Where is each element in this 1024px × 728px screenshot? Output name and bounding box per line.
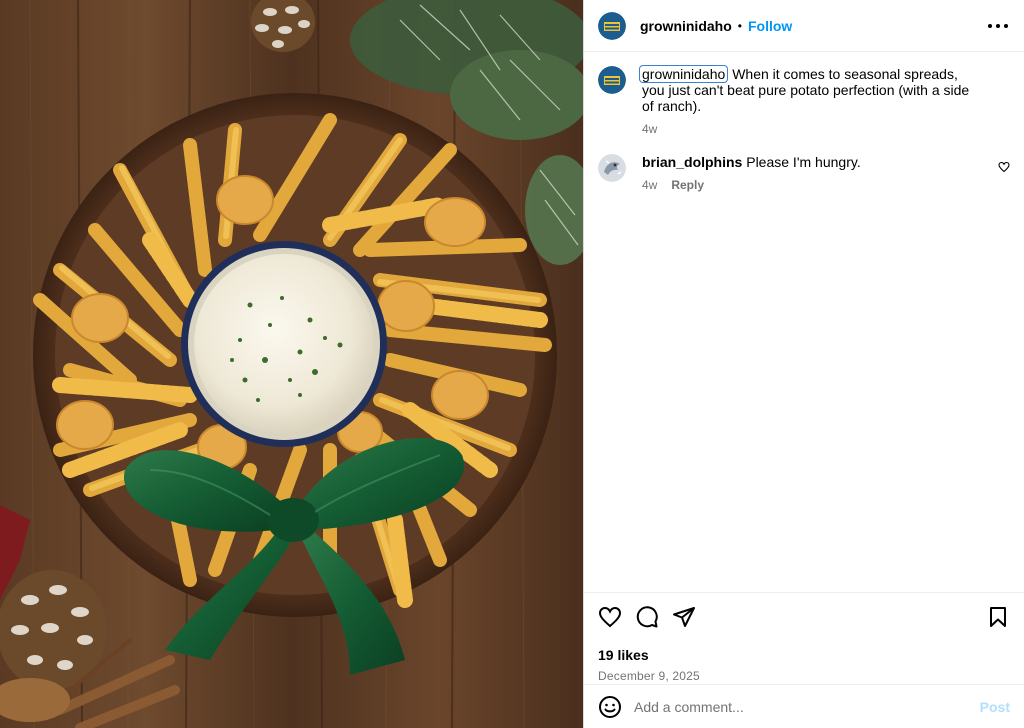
- caption-meta: 4w: [642, 122, 984, 136]
- more-options-button[interactable]: [986, 16, 1010, 36]
- comment-icon: [636, 606, 658, 628]
- comment-button[interactable]: [635, 605, 659, 629]
- save-button[interactable]: [986, 605, 1010, 629]
- post-header: growninidaho • Follow: [584, 0, 1024, 52]
- idaho-potatoes-logo-icon: [598, 11, 626, 40]
- reply-button[interactable]: Reply: [671, 178, 704, 192]
- follow-button[interactable]: Follow: [748, 18, 792, 34]
- separator-dot: •: [737, 18, 742, 33]
- likes-count[interactable]: 19 likes: [598, 647, 1010, 663]
- action-buttons-row: [598, 605, 1010, 629]
- caption-body: growninidaho When it comes to seasonal s…: [639, 65, 1010, 136]
- heart-icon: [598, 606, 622, 628]
- dolphin-avatar-icon: [598, 154, 626, 182]
- comment-time[interactable]: 4w: [642, 178, 657, 192]
- comment-username[interactable]: brian_dolphins: [642, 154, 742, 170]
- share-icon: [673, 607, 695, 627]
- like-comment-button[interactable]: [998, 160, 1010, 173]
- more-horizontal-icon: [988, 24, 1008, 28]
- caption-comment: growninidaho When it comes to seasonal s…: [598, 65, 1010, 136]
- emoji-icon: [599, 695, 621, 718]
- fries-wreath-photo: [0, 0, 583, 728]
- comment-text: Please I'm hungry.: [746, 154, 861, 170]
- comments-list: growninidaho When it comes to seasonal s…: [584, 52, 1024, 592]
- post-date[interactable]: December 9, 2025: [598, 669, 1010, 683]
- emoji-button[interactable]: [598, 695, 622, 719]
- post-actions: 19 likes December 9, 2025: [584, 592, 1024, 684]
- like-button[interactable]: [598, 605, 622, 629]
- post-view: growninidaho • Follow growninidaho When …: [0, 0, 1024, 728]
- caption-author-avatar[interactable]: [598, 66, 626, 94]
- idaho-potatoes-logo-icon: [598, 66, 626, 94]
- post-comment-button[interactable]: Post: [980, 699, 1010, 715]
- bookmark-icon: [990, 607, 1006, 627]
- comment-meta: 4w Reply: [642, 178, 984, 192]
- comment-input[interactable]: [634, 698, 980, 715]
- comment-body: brian_dolphins Please I'm hungry. 4w Rep…: [642, 154, 1010, 192]
- author-avatar[interactable]: [598, 11, 626, 40]
- comment-item: brian_dolphins Please I'm hungry. 4w Rep…: [598, 154, 1010, 192]
- caption-username[interactable]: growninidaho: [639, 65, 729, 83]
- share-button[interactable]: [672, 605, 696, 629]
- caption-time[interactable]: 4w: [642, 122, 657, 136]
- caption-text-block: growninidaho When it comes to seasonal s…: [639, 65, 984, 114]
- commenter-avatar[interactable]: [598, 154, 626, 182]
- post-image[interactable]: [0, 0, 583, 728]
- comment-composer: Post: [584, 684, 1024, 728]
- comment-text-block: brian_dolphins Please I'm hungry.: [642, 154, 984, 170]
- heart-icon: [998, 161, 1010, 173]
- post-details-panel: growninidaho • Follow growninidaho When …: [583, 0, 1024, 728]
- author-username[interactable]: growninidaho: [640, 18, 732, 34]
